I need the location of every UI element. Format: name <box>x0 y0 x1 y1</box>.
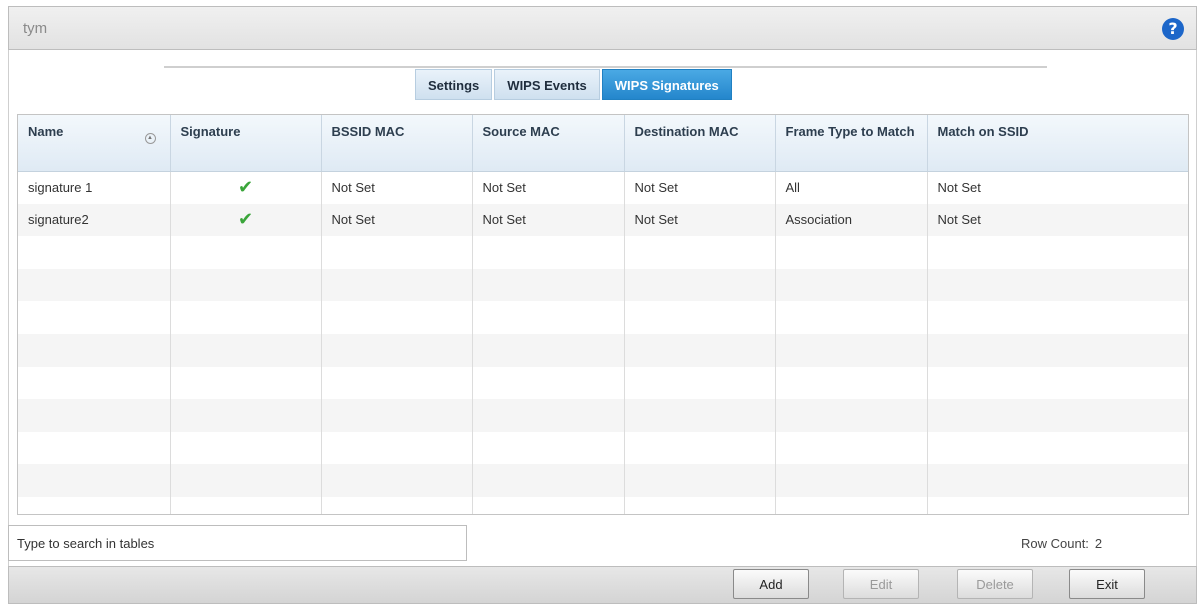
cell-bssid-mac: Not Set <box>321 203 473 237</box>
cell-name: signature2 <box>18 203 171 237</box>
cell-frame-type: Association <box>775 203 928 237</box>
add-button[interactable]: Add <box>733 569 809 599</box>
row-count-value: 2 <box>1094 536 1103 551</box>
column-header-source-mac[interactable]: Source MAC <box>472 115 625 172</box>
delete-button[interactable]: Delete <box>957 569 1033 599</box>
edit-button[interactable]: Edit <box>843 569 919 599</box>
empty-row <box>18 268 1188 302</box>
empty-row <box>18 431 1188 465</box>
page-title: tym <box>23 20 48 37</box>
tab-wips-events[interactable]: WIPS Events <box>494 69 600 100</box>
checkmark-icon: ✔ <box>170 171 322 204</box>
column-header-name[interactable]: Name ▲ <box>18 115 171 172</box>
empty-row <box>18 399 1188 432</box>
column-header-match-on-ssid[interactable]: Match on SSID <box>927 115 1188 172</box>
empty-row <box>18 301 1188 334</box>
help-icon[interactable]: ? <box>1162 18 1184 40</box>
row-count: Row Count: 2 <box>1021 536 1102 551</box>
empty-row <box>18 366 1188 400</box>
empty-row <box>18 333 1188 367</box>
table-row[interactable]: signature 1 ✔ Not Set Not Set Not Set Al… <box>18 171 1188 204</box>
row-count-label: Row Count: <box>1021 536 1089 551</box>
table-header-row: Name ▲ Signature BSSID MAC Source MAC De… <box>18 115 1188 172</box>
empty-row <box>18 236 1188 269</box>
tab-wips-signatures[interactable]: WIPS Signatures <box>601 69 732 100</box>
tab-settings[interactable]: Settings <box>415 69 493 100</box>
cell-source-mac: Not Set <box>472 203 625 237</box>
cell-bssid-mac: Not Set <box>321 171 473 204</box>
column-header-bssid-mac[interactable]: BSSID MAC <box>321 115 473 172</box>
cell-source-mac: Not Set <box>472 171 625 204</box>
cell-destination-mac: Not Set <box>624 203 776 237</box>
cell-destination-mac: Not Set <box>624 171 776 204</box>
tab-bar: Settings WIPS Events WIPS Signatures <box>415 69 734 100</box>
table-row[interactable]: signature2 ✔ Not Set Not Set Not Set Ass… <box>18 203 1188 237</box>
cell-match-on-ssid: Not Set <box>927 203 1188 237</box>
exit-button[interactable]: Exit <box>1069 569 1145 599</box>
sort-icon[interactable]: ▲ <box>144 133 156 144</box>
cell-frame-type: All <box>775 171 928 204</box>
empty-row <box>18 464 1188 497</box>
column-header-destination-mac[interactable]: Destination MAC <box>624 115 776 172</box>
cell-match-on-ssid: Not Set <box>937 180 981 196</box>
tab-divider <box>164 66 1047 68</box>
search-input[interactable] <box>8 525 467 561</box>
empty-row <box>18 496 1188 514</box>
column-header-frame-type[interactable]: Frame Type to Match <box>775 115 928 172</box>
checkmark-icon: ✔ <box>170 203 322 237</box>
page-header: tym ? <box>8 6 1197 50</box>
column-header-label: Name <box>28 124 64 139</box>
column-header-signature[interactable]: Signature <box>170 115 322 172</box>
cell-name: signature 1 <box>18 171 171 204</box>
signatures-table: Name ▲ Signature BSSID MAC Source MAC De… <box>17 114 1189 515</box>
